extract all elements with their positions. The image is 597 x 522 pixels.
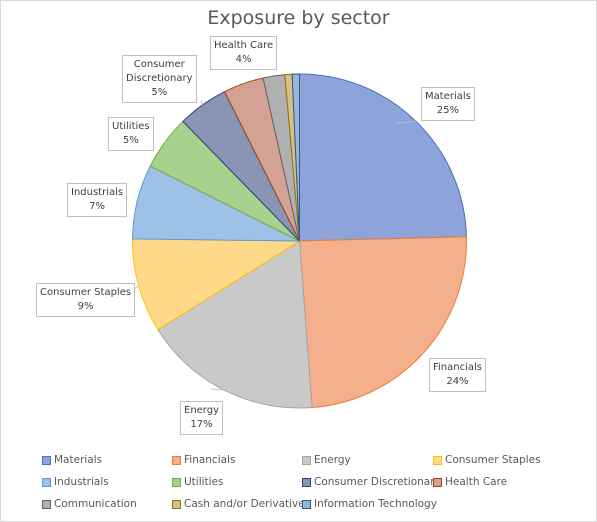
legend-swatch <box>433 455 442 465</box>
data-label-name: Financials <box>433 362 482 373</box>
chart-frame: Exposure by sector Materials 25% Financial… <box>0 0 597 522</box>
legend-label: Financials <box>184 454 236 466</box>
legend-label: Cash and/or Derivatives <box>184 498 311 510</box>
data-label-consumer-staples: Consumer Staples 9% <box>36 283 136 317</box>
legend-label: Communication <box>54 498 137 510</box>
legend-swatch <box>302 455 311 465</box>
leader-line-health-care <box>240 82 244 85</box>
legend-label: Consumer Staples <box>445 454 541 466</box>
pie-chart <box>130 73 467 409</box>
legend-item-consumer-discretionary: Consumer Discretionary <box>302 476 441 488</box>
legend-swatch <box>302 499 311 509</box>
legend-label: Information Technology <box>314 498 437 510</box>
data-label-value: 9% <box>77 301 94 312</box>
leader-line-consumer-discretionary <box>200 100 204 106</box>
legend-label: Industrials <box>54 476 109 488</box>
legend-swatch <box>172 499 181 509</box>
data-label-name: Energy <box>184 405 220 416</box>
legend-item-financials: Financials <box>172 454 235 466</box>
legend-label: Health Care <box>445 476 508 488</box>
data-label-materials: Materials 25% <box>421 87 475 121</box>
data-label-name: Utilities <box>112 121 150 132</box>
legend-swatch <box>172 477 181 487</box>
data-label-value: 25% <box>436 105 460 116</box>
data-label-health-care: Health Care 4% <box>210 36 278 70</box>
legend-swatch <box>433 477 442 487</box>
legend-item-industrials: Industrials <box>42 476 109 488</box>
legend-label: Consumer Discretionary <box>314 476 441 488</box>
data-label-financials: Financials 24% <box>429 358 486 392</box>
data-label-name: Materials <box>425 91 471 102</box>
data-label-name: Consumer Staples <box>40 287 132 298</box>
data-label-value: 5% <box>122 135 139 146</box>
legend-item-utilities: Utilities <box>172 476 224 488</box>
data-label-name: Consumer Discretionary <box>126 59 193 84</box>
legend-swatch <box>172 455 181 465</box>
leader-line-industrials <box>135 200 138 202</box>
data-label-value: 24% <box>446 376 469 387</box>
legend-label: Energy <box>314 454 351 466</box>
data-label-industrials: Industrials 7% <box>67 183 128 217</box>
data-label-name: Industrials <box>71 187 124 198</box>
legend-swatch <box>42 477 51 487</box>
legend-item-information-technology: Information Technology <box>302 498 437 510</box>
data-label-value: 4% <box>235 54 252 65</box>
data-label-energy: Energy 17% <box>180 401 224 435</box>
legend-item-cash-and-or-derivatives: Cash and/or Derivatives <box>172 498 310 510</box>
legend-item-health-care: Health Care <box>433 476 507 488</box>
legend-item-communication: Communication <box>42 498 137 510</box>
legend-item-consumer-staples: Consumer Staples <box>433 454 541 466</box>
legend-item-materials: Materials <box>42 454 102 466</box>
legend-swatch <box>302 477 311 487</box>
legend-label: Materials <box>54 454 103 466</box>
data-label-value: 5% <box>151 87 168 98</box>
data-label-consumer-discretionary: Consumer Discretionary 5% <box>122 55 197 103</box>
data-label-name: Health Care <box>214 40 274 51</box>
data-label-value: 7% <box>89 201 105 212</box>
legend-swatch <box>42 455 51 465</box>
legend-item-energy: Energy <box>302 454 351 466</box>
legend-label: Utilities <box>184 476 224 488</box>
legend-swatch <box>42 499 51 509</box>
data-label-value: 17% <box>190 419 213 430</box>
data-label-utilities: Utilities 5% <box>108 117 154 151</box>
